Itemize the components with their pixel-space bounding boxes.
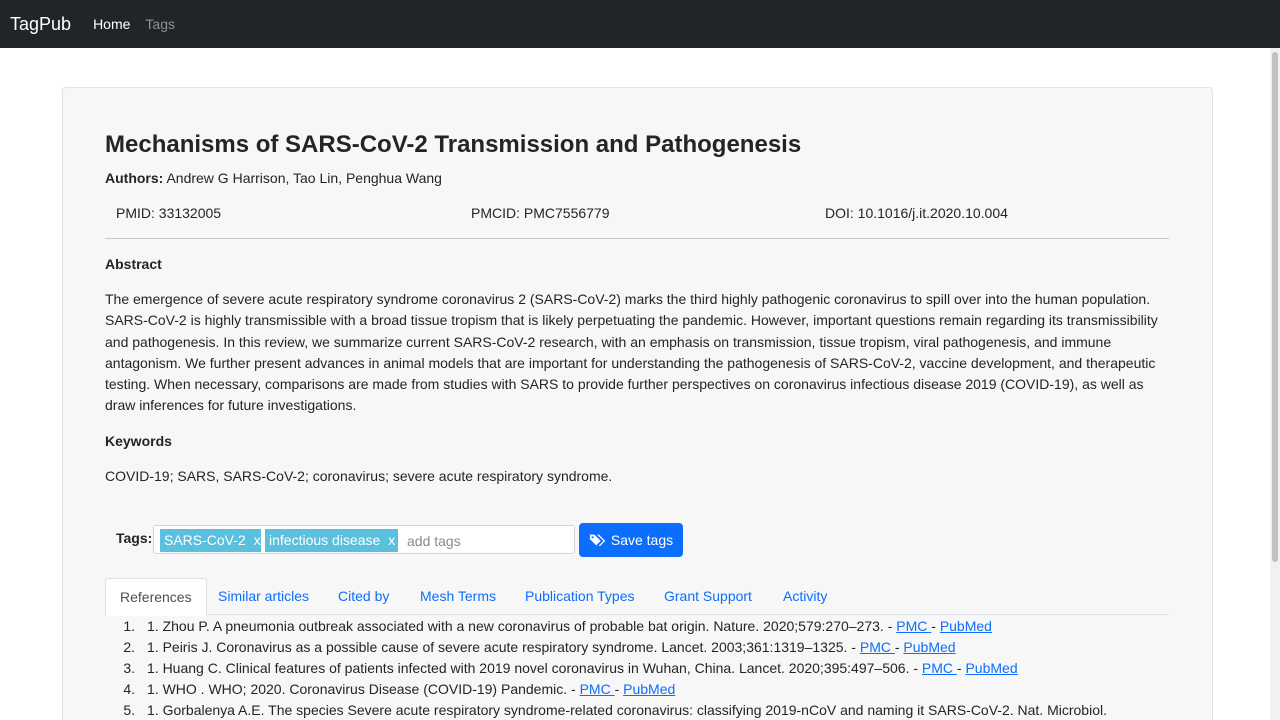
reference-item: 4. 1. WHO . WHO; 2020. Coronavirus Diseas… [105,681,675,697]
reference-text: 1. Gorbalenya A.E. The species Severe ac… [147,702,1107,718]
reference-text: 1. WHO . WHO; 2020. Coronavirus Disease … [147,681,580,697]
reference-separator: - [614,681,624,697]
tab-references[interactable]: References [105,578,207,616]
doi: DOI: 10.1016/j.it.2020.10.004 [825,205,1008,221]
tab-mesh-terms[interactable]: Mesh Terms [406,578,510,615]
reference-item: 1. 1. Zhou P. A pneumonia outbreak associ… [105,618,992,634]
scrollbar-thumb[interactable] [1272,52,1278,562]
tag-remove-icon[interactable]: x [388,532,395,548]
reference-separator: - [931,618,940,634]
pmc-link[interactable]: PMC [860,639,895,655]
save-tags-button[interactable]: Save tags [579,523,683,557]
nav-link-home[interactable]: Home [93,16,130,32]
reference-text: 1. Zhou P. A pneumonia outbreak associat… [147,618,897,634]
reference-number: 5. [123,702,135,718]
tag-remove-icon[interactable]: x [254,532,261,548]
keywords-heading: Keywords [105,433,172,449]
pmid: PMID: 33132005 [116,205,222,221]
add-tags-input[interactable] [407,530,567,551]
page-scrollbar[interactable] [1270,48,1280,720]
tab-activity[interactable]: Activity [769,578,841,615]
nav-link-tags[interactable]: Tags [145,16,175,32]
pmc-link[interactable]: PMC [896,618,931,634]
abstract-heading: Abstract [105,256,162,272]
article-title: Mechanisms of SARS-CoV-2 Transmission an… [105,131,802,158]
tag-input-box[interactable]: SARS-CoV-2 x infectious disease x [153,525,575,554]
pubmed-link[interactable]: PubMed [940,618,992,634]
authors-label: Authors: [105,170,164,186]
keywords-text: COVID-19; SARS, SARS-CoV-2; coronavirus;… [105,468,613,484]
reference-number: 2. [123,639,135,655]
reference-number: 3. [123,660,135,676]
abstract-text: The emergence of severe acute respirator… [105,291,1158,414]
reference-text: 1. Peiris J. Coronavirus as a possible c… [147,639,860,655]
divider [105,238,1169,239]
tags-icon [589,534,606,547]
tag-chip-label: SARS-CoV-2 [164,532,246,548]
authors-names: Andrew G Harrison, Tao Lin, Penghua Wang [166,170,442,186]
pmcid: PMCID: PMC7556779 [471,205,610,221]
tab-cited-by[interactable]: Cited by [324,578,403,615]
pmc-link[interactable]: PMC [580,681,615,697]
reference-text: 1. Huang C. Clinical features of patient… [147,660,922,676]
navbar: TagPub Home Tags [0,0,1280,48]
tag-chip-sars-cov-2: SARS-CoV-2 x [160,529,261,552]
tags-label: Tags: [116,530,153,546]
tab-grant-support[interactable]: Grant Support [650,578,766,615]
authors-line: Authors: Andrew G Harrison, Tao Lin, Pen… [105,170,442,186]
save-tags-label: Save tags [610,532,674,548]
tag-chip-infectious-disease: infectious disease x [265,529,399,552]
reference-item: 3. 1. Huang C. Clinical features of patie… [105,660,1017,676]
reference-number: 1. [123,618,135,634]
tag-chip-label: infectious disease [269,532,381,548]
pubmed-link[interactable]: PubMed [623,681,675,697]
pubmed-link[interactable]: PubMed [903,639,955,655]
brand-logo[interactable]: TagPub [10,14,71,35]
reference-item: 5. 1. Gorbalenya A.E. The species Severe … [105,702,1107,718]
tab-publication-types[interactable]: Publication Types [511,578,648,615]
pubmed-link[interactable]: PubMed [965,660,1017,676]
reference-item: 2. 1. Peiris J. Coronavirus as a possible… [105,639,955,655]
pmc-link[interactable]: PMC [922,660,957,676]
reference-number: 4. [123,681,135,697]
tab-similar-articles[interactable]: Similar articles [204,578,323,615]
